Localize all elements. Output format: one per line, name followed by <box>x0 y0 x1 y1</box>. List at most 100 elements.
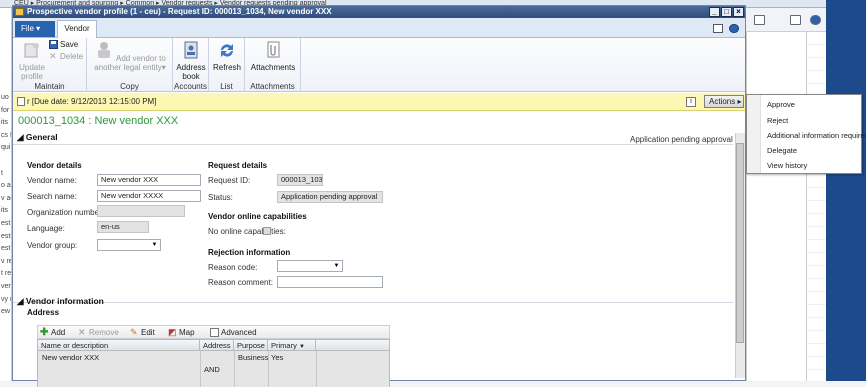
table-row[interactable]: New vendor XXX AND Business Yes <box>38 351 389 387</box>
background-layout-icon[interactable] <box>790 15 801 25</box>
reason-code-label: Reason code: <box>208 263 258 272</box>
file-tab-label: File <box>21 24 34 33</box>
column-header-primary[interactable]: Primary ▼ <box>268 340 316 351</box>
actions-label: Actions <box>709 97 736 106</box>
cell-primary: Yes <box>271 353 284 362</box>
map-button[interactable]: ◩ Map <box>168 327 195 338</box>
address-book-icon <box>184 41 198 59</box>
background-help-icon[interactable] <box>810 15 821 25</box>
background-gear-icon[interactable] <box>754 15 765 25</box>
maximize-button[interactable]: □ <box>721 7 732 17</box>
help-icon[interactable] <box>729 24 739 33</box>
record-title: 000013_1034 : New vendor XXX <box>18 115 179 127</box>
background-text-fragment: v re <box>1 257 12 265</box>
reason-code-select[interactable]: ▼ <box>277 260 343 272</box>
remove-icon: ✕ <box>78 327 86 338</box>
request-id-field[interactable]: 000013_1034 <box>277 174 323 186</box>
save-button[interactable]: Save <box>49 40 78 50</box>
update-profile-label: Update profile <box>19 63 45 81</box>
prospective-vendor-window: Prospective vendor profile (1 - ceu) - R… <box>12 5 746 387</box>
language-field[interactable]: en-us <box>97 221 149 233</box>
background-left-panel: uo for its cs f qui t o ar v ac its est ests est v r… <box>0 8 12 381</box>
background-text-fragment: very <box>1 282 11 290</box>
add-icon: ✚ <box>40 327 49 339</box>
status-note: Application pending approval <box>630 135 733 144</box>
attachments-label: Attachments <box>250 63 296 72</box>
tab-vendor[interactable]: Vendor <box>57 20 97 39</box>
ribbon-tab-row: File ▾ Vendor <box>13 18 745 39</box>
reason-comment-field[interactable] <box>277 276 383 288</box>
search-name-field[interactable]: New vendor XXXX <box>97 190 201 202</box>
background-text-fragment: qui <box>1 144 11 152</box>
address-subheader: Address <box>27 308 60 317</box>
workflow-due-date: r [Due date: 9/12/2013 12:15:00 PM] <box>27 97 157 106</box>
refresh-label: Refresh <box>212 63 241 72</box>
address-grid: Name or description Address Purpose Prim… <box>37 339 390 387</box>
desktop-background <box>826 0 866 381</box>
background-text-fragment <box>0 155 11 168</box>
vendor-details-header: Vendor details <box>27 161 82 170</box>
background-text-fragment: its <box>1 119 8 127</box>
remove-address-button[interactable]: ✕ Remove <box>78 327 119 338</box>
section-divider <box>13 302 733 303</box>
reason-comment-label: Reason comment: <box>208 278 273 287</box>
map-icon: ◩ <box>168 327 177 338</box>
background-text-fragment: t re <box>1 270 12 278</box>
ribbon-group-list: Refresh List <box>209 38 245 92</box>
background-right-toolbar <box>746 8 826 32</box>
delete-button[interactable]: ✕ Delete <box>49 52 83 62</box>
vendor-name-field[interactable]: New vendor XXX <box>97 174 201 186</box>
request-details-header: Request details <box>208 161 268 170</box>
menu-item-delegate[interactable]: Delegate <box>767 146 797 155</box>
cell-name: New vendor XXX <box>42 353 100 362</box>
attachments-button[interactable]: Attachments <box>247 41 299 72</box>
general-section-header[interactable]: ◢ General <box>17 132 58 143</box>
add-vendor-icon <box>98 42 111 58</box>
request-id-label: Request ID: <box>208 176 251 185</box>
vendor-group-select[interactable]: ▼ <box>97 239 161 251</box>
menu-item-approve[interactable]: Approve <box>767 100 795 109</box>
address-book-button[interactable]: Address book <box>174 41 208 81</box>
map-label: Map <box>179 328 195 337</box>
edit-address-button[interactable]: ✎ Edit <box>130 327 155 338</box>
menu-item-reject[interactable]: Reject <box>767 116 788 125</box>
cell-purpose: Business <box>238 353 269 362</box>
ribbon-group-label: Accounts <box>174 82 207 91</box>
column-header-name[interactable]: Name or description <box>38 340 200 351</box>
vendor-information-section-header[interactable]: ◢ Vendor information <box>17 296 104 307</box>
menu-item-additional-information[interactable]: Additional information required <box>767 131 866 140</box>
update-profile-button[interactable]: Update profile <box>15 41 49 81</box>
workflow-bar: r [Due date: 9/12/2013 12:15:00 PM] i Ac… <box>13 93 745 111</box>
background-grid-column <box>806 32 826 381</box>
background-text-fragment: cs f <box>1 131 12 139</box>
add-vendor-to-legal-entity-button[interactable]: Add vendor to another legal entity▾ <box>89 41 171 72</box>
advanced-button[interactable]: Advanced <box>210 327 257 338</box>
no-online-capabilities-checkbox[interactable] <box>263 227 271 235</box>
file-tab[interactable]: File ▾ <box>15 21 55 37</box>
refresh-icon <box>221 44 233 57</box>
organization-number-field[interactable] <box>97 205 185 217</box>
close-button[interactable]: × <box>733 7 744 17</box>
workflow-history-icon[interactable]: i <box>686 97 696 107</box>
address-grid-header: Name or description Address Purpose Prim… <box>38 340 389 351</box>
ribbon-group-attachments: Attachments Attachments <box>245 38 301 92</box>
column-header-address[interactable]: Address <box>200 340 234 351</box>
vendor-information-header-label: Vendor information <box>25 296 104 306</box>
layout-icon[interactable] <box>713 24 723 33</box>
column-divider <box>200 351 201 387</box>
status-field[interactable]: Application pending approval <box>277 191 383 203</box>
actions-button[interactable]: Actions ▸ <box>704 95 744 108</box>
no-online-capabilities-label: No online capabilities: <box>208 227 286 236</box>
add-label: Add <box>51 328 66 337</box>
background-text-fragment: o ar <box>1 182 12 190</box>
window-app-icon <box>15 8 24 16</box>
vendor-group-label: Vendor group: <box>27 241 78 250</box>
background-text-fragment: uo <box>1 94 9 101</box>
column-divider <box>234 351 235 387</box>
add-address-button[interactable]: ✚ Add <box>40 327 65 338</box>
scrollbar-thumb[interactable] <box>736 143 744 343</box>
refresh-button[interactable]: Refresh <box>210 41 244 72</box>
minimize-button[interactable]: _ <box>709 7 720 17</box>
column-header-purpose[interactable]: Purpose <box>234 340 268 351</box>
menu-item-view-history[interactable]: View history <box>767 161 807 170</box>
